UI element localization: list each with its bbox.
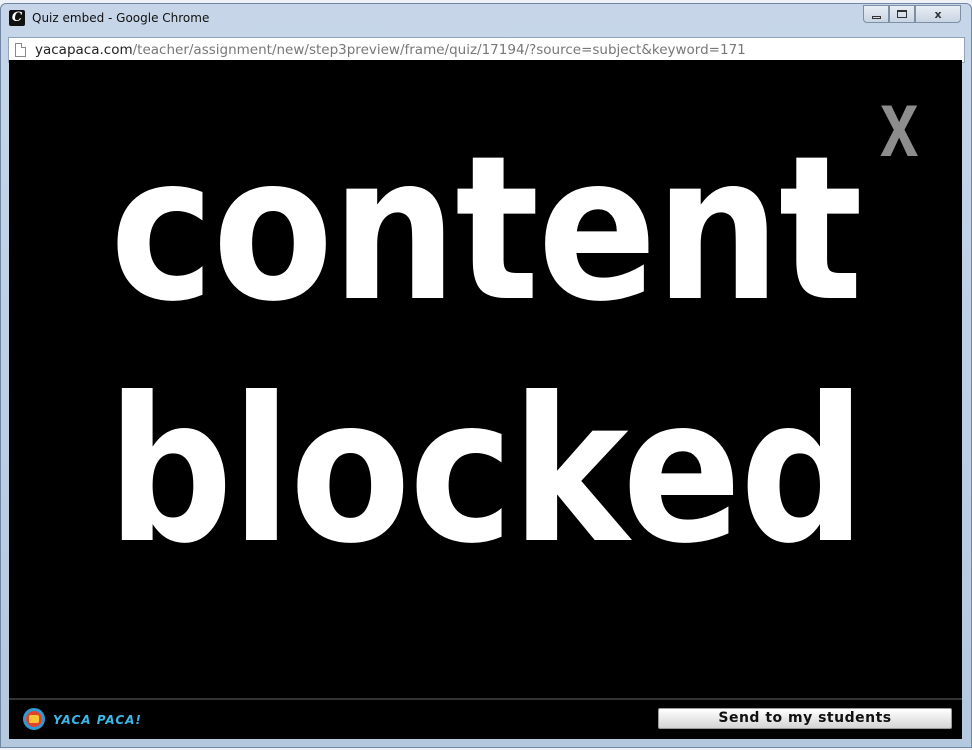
logo-text: YACA PACA! xyxy=(53,713,142,727)
window-controls: x xyxy=(863,5,961,23)
minimize-icon xyxy=(871,15,881,19)
close-button[interactable]: x xyxy=(915,5,961,23)
blocked-message-line2: blocked xyxy=(107,355,866,588)
app-icon: C xyxy=(9,10,25,26)
maximize-button[interactable] xyxy=(889,5,915,23)
url-path: /teacher/assignment/new/step3preview/fra… xyxy=(132,42,746,58)
page-icon xyxy=(15,43,26,57)
yacapaca-logo-icon xyxy=(21,706,47,734)
send-to-students-button[interactable]: Send to my students xyxy=(658,708,952,729)
footer-bar: YACA PACA! Send to my students xyxy=(9,698,962,739)
yacapaca-logo[interactable]: YACA PACA! xyxy=(21,706,142,734)
quiz-frame: x content blocked xyxy=(9,60,962,698)
url-text[interactable]: yacapaca.com/teacher/assignment/new/step… xyxy=(35,42,746,58)
maximize-icon xyxy=(897,10,907,18)
url-host: yacapaca.com xyxy=(35,42,133,58)
blocked-message-line1: content xyxy=(109,113,863,346)
window-title: Quiz embed - Google Chrome xyxy=(32,11,210,25)
minimize-button[interactable] xyxy=(863,5,889,23)
close-icon: x xyxy=(934,7,942,21)
title-bar[interactable]: C Quiz embed - Google Chrome x xyxy=(1,4,971,32)
